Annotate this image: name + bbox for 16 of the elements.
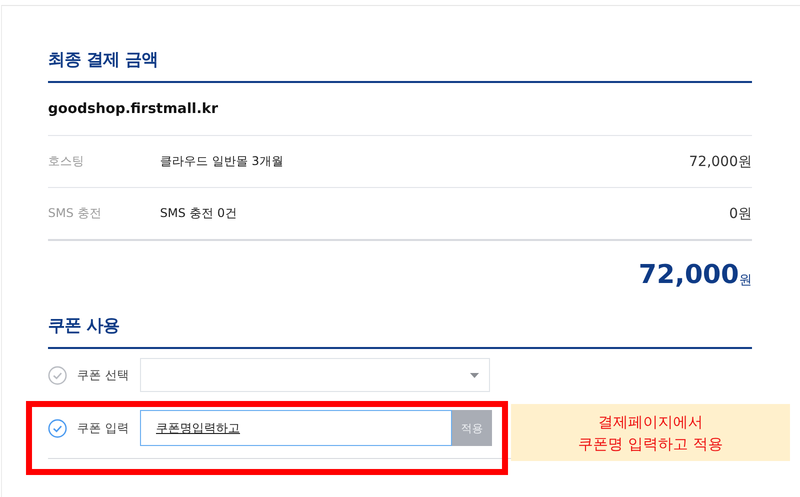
option-label: 쿠폰 선택 [77,366,130,384]
item-description: SMS 충전 0건 [160,205,238,222]
item-description: 클라우드 일반몰 3개월 [160,153,284,170]
currency-unit: 원 [739,272,752,289]
annotation-text: 쿠폰명 입력하고 적용 [578,434,723,454]
item-amount: 72,000원 [689,152,752,170]
item-amount: 0원 [729,204,752,222]
item-label: SMS 충전 [48,205,102,222]
section-title: 최종 결제 금액 [48,48,752,83]
total-amount: 72,000 [638,260,739,290]
domain-text: goodshop.firstmall.kr [48,101,218,117]
annotation-text: 결제페이지에서 [598,412,703,432]
section-title: 쿠폰 사용 [48,314,752,349]
option-label: 쿠폰 입력 [77,420,130,436]
item-label: 호스팅 [48,153,85,170]
coupon-input-field[interactable]: 쿠폰명입력하고 [140,410,452,446]
